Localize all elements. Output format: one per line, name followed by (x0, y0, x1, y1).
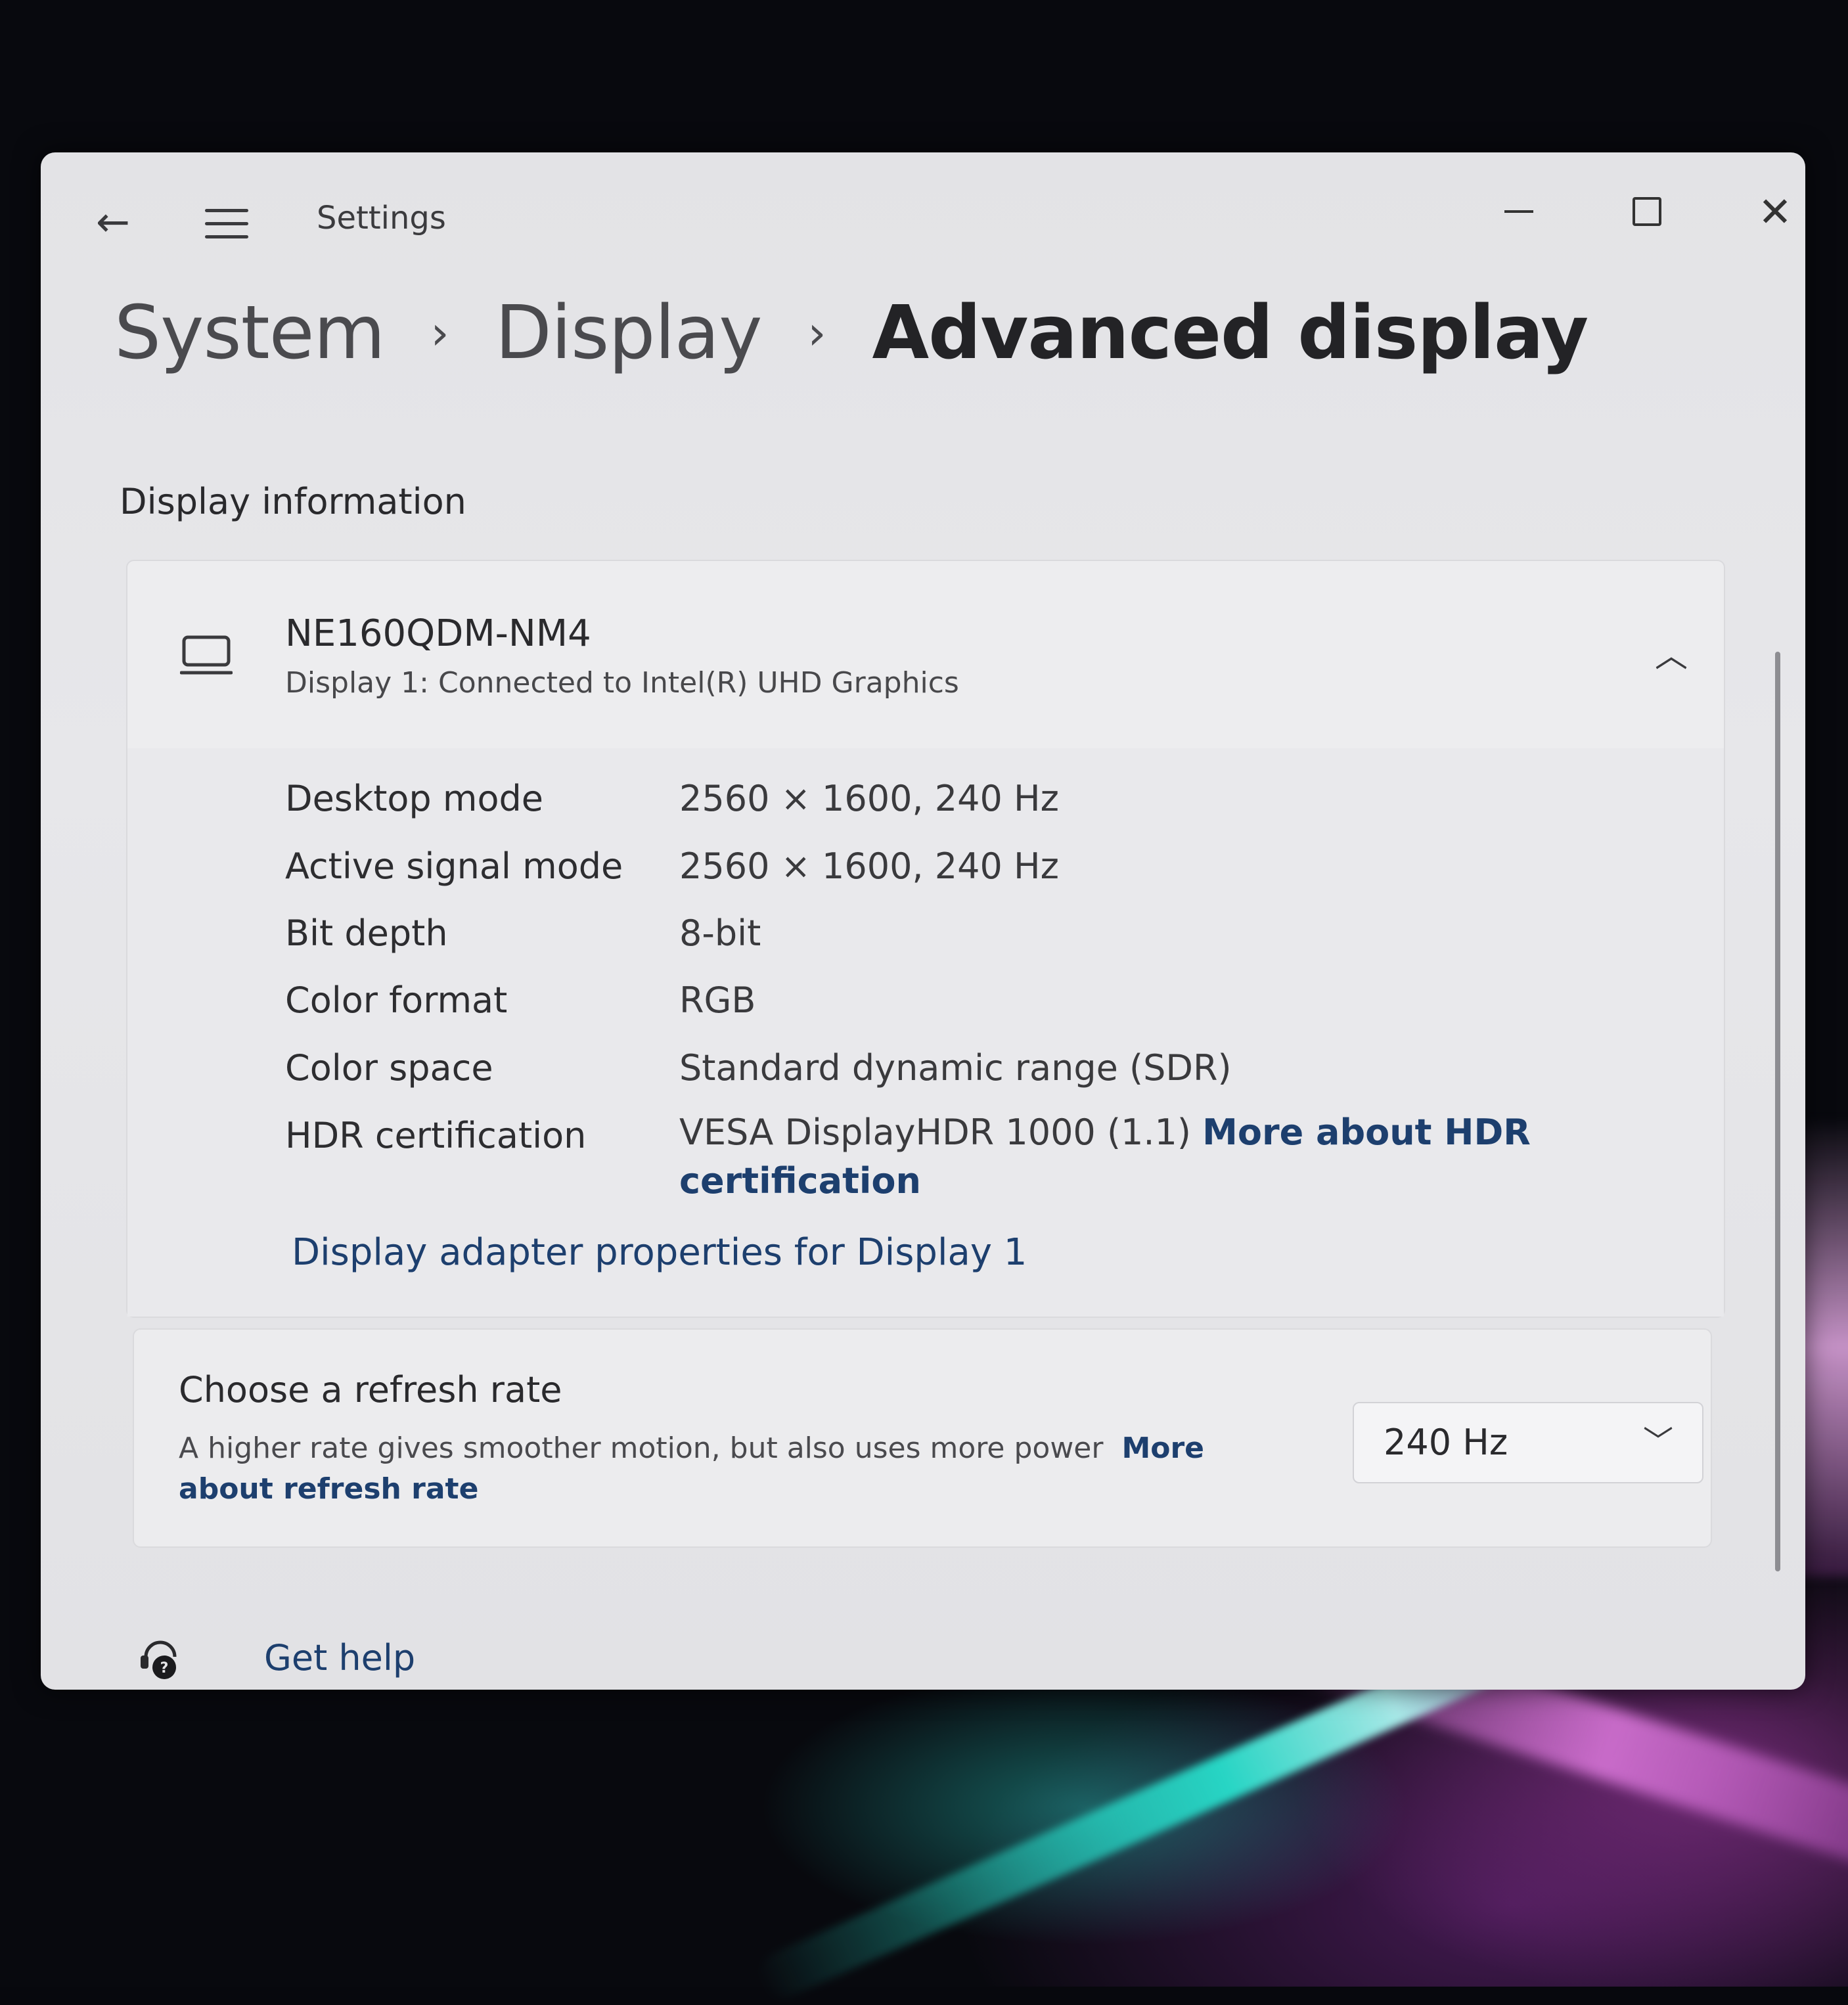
refresh-rate-card: Choose a refresh rate A higher rate give… (133, 1328, 1712, 1548)
monitor-connection: Display 1: Connected to Intel(R) UHD Gra… (285, 666, 959, 700)
refresh-rate-description: A higher rate gives smoother motion, but… (179, 1428, 1230, 1510)
app-title: Settings (317, 200, 446, 237)
maximize-icon (1633, 197, 1661, 226)
help-icon: ? (141, 1640, 177, 1679)
chevron-right-icon: › (807, 306, 826, 360)
info-value: 8-bit (679, 912, 761, 954)
get-help-label: Get help (264, 1637, 416, 1678)
monitor-name: NE160QDM-NM4 (285, 612, 591, 655)
info-key: Color format (285, 980, 508, 1021)
title-bar: ← Settings ✕ (41, 152, 1805, 251)
info-key: Bit depth (285, 912, 448, 954)
settings-window: ← Settings ✕ System › Display › Advanced… (41, 152, 1805, 1690)
chevron-up-icon[interactable]: ︿ (1645, 627, 1698, 679)
display-info-header[interactable]: NE160QDM-NM4 Display 1: Connected to Int… (127, 561, 1724, 750)
display-info-details: Desktop mode 2560 × 1600, 240 Hz Active … (127, 748, 1724, 1317)
hdr-certification-value: VESA DisplayHDR 1000 (1.1) (679, 1112, 1191, 1153)
info-value: RGB (679, 980, 756, 1021)
maximize-button[interactable] (1608, 179, 1686, 244)
info-key: HDR certification (285, 1115, 587, 1156)
breadcrumb-advanced-display: Advanced display (872, 290, 1589, 376)
info-value: VESA DisplayHDR 1000 (1.1) More about HD… (679, 1108, 1533, 1205)
info-key: Active signal mode (285, 845, 623, 887)
refresh-rate-dropdown[interactable]: 240 Hz ﹀ (1353, 1402, 1703, 1483)
info-value: Standard dynamic range (SDR) (679, 1047, 1232, 1089)
chevron-down-icon: ﹀ (1643, 1424, 1673, 1459)
close-button[interactable]: ✕ (1736, 179, 1805, 244)
svg-text:?: ? (160, 1660, 169, 1677)
close-icon: ✕ (1758, 187, 1792, 236)
refresh-rate-title: Choose a refresh rate (179, 1369, 562, 1410)
minimize-icon (1504, 210, 1533, 213)
scrollbar[interactable] (1775, 652, 1780, 1571)
section-heading: Display information (120, 481, 466, 522)
info-value: 2560 × 1600, 240 Hz (679, 778, 1059, 819)
info-key: Desktop mode (285, 778, 544, 819)
breadcrumb-display[interactable]: Display (495, 290, 763, 376)
info-key: Color space (285, 1047, 493, 1089)
monitor-icon (180, 635, 233, 675)
display-info-card: NE160QDM-NM4 Display 1: Connected to Int… (126, 560, 1725, 1318)
hamburger-menu-icon[interactable] (192, 189, 264, 255)
refresh-rate-description-text: A higher rate gives smoother motion, but… (179, 1431, 1104, 1465)
display-adapter-properties-link[interactable]: Display adapter properties for Display 1 (292, 1231, 1027, 1274)
breadcrumb: System › Display › Advanced display (114, 290, 1589, 376)
chevron-right-icon: › (430, 306, 449, 360)
breadcrumb-system[interactable]: System (114, 290, 386, 376)
refresh-rate-selected: 240 Hz (1384, 1422, 1508, 1463)
back-arrow-icon[interactable]: ← (80, 192, 146, 251)
info-value: 2560 × 1600, 240 Hz (679, 845, 1059, 887)
minimize-button[interactable] (1479, 179, 1558, 244)
